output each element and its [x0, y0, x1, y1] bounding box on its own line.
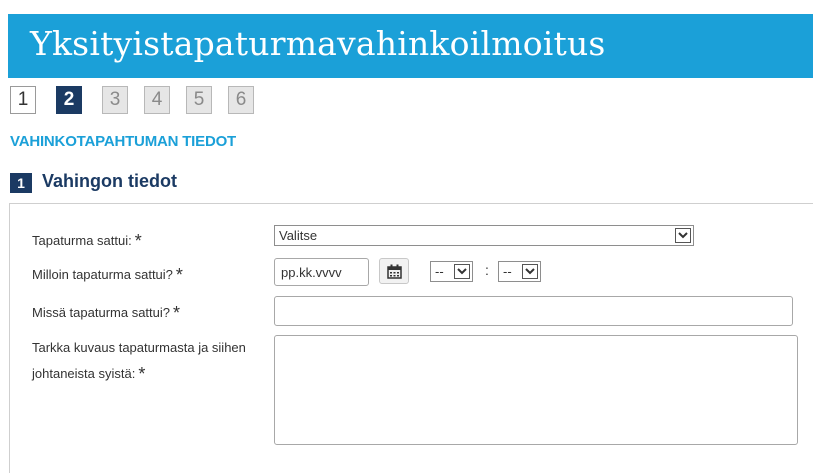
- step-6-button: 6: [228, 86, 254, 114]
- accident-type-select[interactable]: Valitse: [274, 225, 694, 246]
- date-placeholder: pp.kk.vvvv: [281, 265, 342, 280]
- step-4-button: 4: [144, 86, 170, 114]
- page-title: Yksityistapaturmavahinkoilmoitus: [30, 24, 606, 63]
- required-mark: *: [175, 265, 183, 285]
- accident-place-input[interactable]: [274, 296, 793, 326]
- chevron-down-icon: [522, 264, 538, 279]
- accident-time-label: Milloin tapaturma sattui? *: [32, 263, 183, 285]
- section-heading: VAHINKOTAPAHTUMAN TIEDOT: [10, 133, 237, 150]
- step-1-button[interactable]: 1: [10, 86, 36, 114]
- chevron-down-icon: [454, 264, 470, 279]
- description-textarea[interactable]: [274, 335, 798, 445]
- required-mark: *: [173, 303, 181, 323]
- hour-selected-value: --: [435, 264, 444, 279]
- required-mark: *: [134, 231, 142, 251]
- time-separator: :: [485, 262, 489, 278]
- step-5-button: 5: [186, 86, 212, 114]
- accident-time-label-text: Milloin tapaturma sattui?: [32, 267, 173, 282]
- required-mark: *: [138, 364, 146, 384]
- calendar-button[interactable]: [379, 258, 409, 284]
- calendar-icon: [387, 264, 402, 279]
- subsection-title: Vahingon tiedot: [42, 171, 177, 191]
- step-2-button[interactable]: 2: [56, 86, 82, 114]
- accident-hour-select[interactable]: --: [430, 261, 473, 282]
- step-3-button: 3: [102, 86, 128, 114]
- accident-type-label-text: Tapaturma sattui:: [32, 233, 132, 248]
- subsection-number-badge: 1: [10, 173, 32, 193]
- accident-date-input[interactable]: pp.kk.vvvv: [274, 258, 369, 286]
- chevron-down-icon: [675, 228, 691, 243]
- description-label: Tarkka kuvaus tapaturmasta ja siihen joh…: [32, 336, 267, 386]
- accident-place-label-text: Missä tapaturma sattui?: [32, 305, 171, 320]
- page-header: Yksityistapaturmavahinkoilmoitus: [8, 14, 813, 78]
- accident-place-label: Missä tapaturma sattui? *: [32, 301, 181, 323]
- minute-selected-value: --: [503, 264, 512, 279]
- accident-type-selected-value: Valitse: [279, 228, 318, 243]
- accident-type-label: Tapaturma sattui: *: [32, 229, 142, 251]
- accident-minute-select[interactable]: --: [498, 261, 541, 282]
